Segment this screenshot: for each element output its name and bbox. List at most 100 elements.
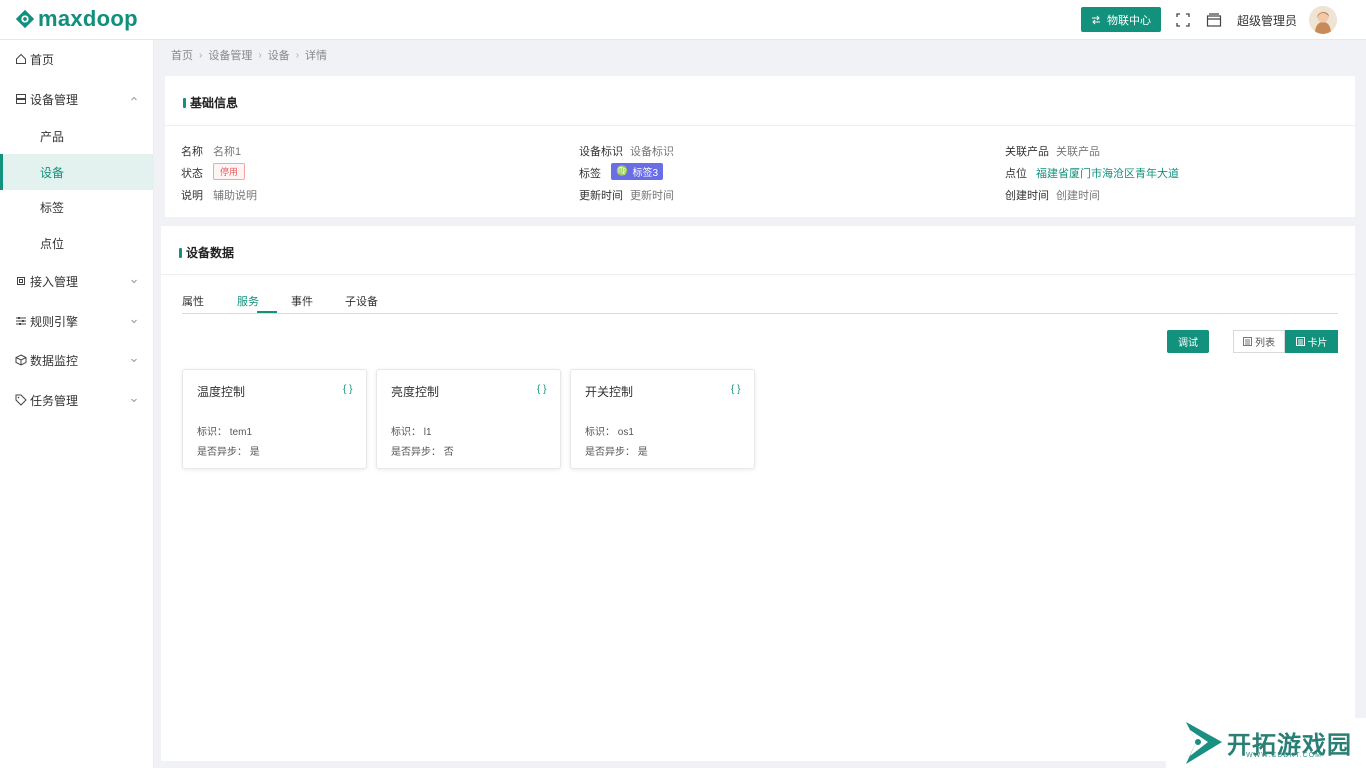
updated-label: 更新时间 bbox=[579, 190, 623, 202]
breadcrumb-item[interactable]: 首页 bbox=[171, 47, 193, 63]
status-label: 状态 bbox=[181, 168, 203, 180]
title-accent bbox=[179, 247, 182, 258]
device-data-panel: 设备数据 属性 服务 事件 子设备 调试 列表 卡片 温度控制 { } 标识： … bbox=[161, 226, 1355, 761]
panel-title: 设备数据 bbox=[179, 244, 234, 261]
swap-icon bbox=[1092, 15, 1100, 24]
sidebar-item-product[interactable]: 产品 bbox=[0, 118, 154, 154]
logo-text: maxdoop bbox=[38, 6, 138, 31]
service-async-value: 是 bbox=[249, 447, 260, 458]
service-id-label: 标识： bbox=[197, 427, 227, 438]
card-view-label: 卡片 bbox=[1307, 338, 1328, 349]
logo[interactable]: maxdoop bbox=[14, 6, 138, 32]
basic-info-panel: 基础信息 名称 名称1 设备标识 设备标识 关联产品 关联产品 状态 停用 标签… bbox=[165, 76, 1355, 217]
chevron-up-icon bbox=[131, 96, 137, 101]
service-card-title: 开关控制 bbox=[585, 385, 634, 399]
debug-button[interactable]: 调试 bbox=[1167, 330, 1209, 353]
watermark-url: WWW.CDDKT.COM bbox=[1246, 752, 1322, 759]
divider bbox=[161, 274, 1355, 275]
sliders-icon bbox=[16, 317, 26, 325]
sidebar-item-label: 规则引擎 bbox=[30, 314, 79, 329]
device-data-title: 设备数据 bbox=[186, 246, 235, 260]
service-card[interactable]: 开关控制 { } 标识： os1 是否异步： 是 bbox=[570, 369, 755, 469]
logo-icon bbox=[15, 9, 35, 29]
basic-info-title: 基础信息 bbox=[190, 96, 239, 110]
sidebar-item-label: 数据监控 bbox=[30, 353, 79, 368]
service-async-row: 是否异步： 是 bbox=[197, 443, 260, 458]
name-label: 名称 bbox=[181, 146, 203, 158]
sidebar-item-point[interactable]: 点位 bbox=[0, 225, 154, 261]
cube-icon bbox=[15, 354, 27, 366]
updated-value: 更新时间 bbox=[630, 190, 674, 202]
service-async-label: 是否异步： bbox=[391, 447, 441, 458]
service-id-label: 标识： bbox=[391, 427, 421, 438]
code-braces-icon[interactable]: { } bbox=[537, 384, 546, 395]
tab-events[interactable]: 事件 bbox=[291, 293, 313, 309]
active-tab-indicator bbox=[257, 311, 277, 313]
service-card[interactable]: 温度控制 { } 标识： tem1 是否异步： 是 bbox=[182, 369, 367, 469]
point-link[interactable]: 福建省厦门市海沧区青年大道 bbox=[1036, 165, 1179, 181]
chevron-down-icon bbox=[131, 319, 137, 324]
service-id-value: l1 bbox=[423, 427, 432, 438]
sidebar-item-label: 产品 bbox=[40, 129, 65, 144]
tag-icon bbox=[15, 394, 27, 406]
device-id-label: 设备标识 bbox=[579, 146, 623, 158]
desc-label: 说明 bbox=[181, 190, 203, 202]
admin-name[interactable]: 超级管理员 bbox=[1237, 12, 1297, 29]
list-view-label: 列表 bbox=[1255, 338, 1275, 349]
point-label: 点位 bbox=[1005, 168, 1027, 180]
fullscreen-icon[interactable] bbox=[1175, 12, 1191, 28]
tag-label: 标签 bbox=[579, 168, 601, 180]
tag-chip-text: 标签3 bbox=[632, 168, 659, 179]
service-id-row: 标识： tem1 bbox=[197, 423, 252, 438]
product-value: 关联产品 bbox=[1056, 146, 1100, 158]
service-async-label: 是否异步： bbox=[197, 447, 247, 458]
watermark-logo-icon bbox=[1186, 722, 1222, 764]
breadcrumb-item[interactable]: 设备管理 bbox=[208, 47, 252, 63]
sidebar-item-device[interactable]: 设备 bbox=[0, 154, 154, 190]
sidebar-item-label: 点位 bbox=[40, 236, 65, 251]
sidebar-item-access-management[interactable]: 接入管理 bbox=[0, 263, 154, 299]
desc-value: 辅助说明 bbox=[213, 190, 257, 202]
service-card-title: 亮度控制 bbox=[391, 385, 440, 399]
chevron-down-icon bbox=[131, 279, 137, 284]
list-view-button[interactable]: 列表 bbox=[1233, 330, 1285, 353]
zodiac-icon: ♍ bbox=[616, 166, 629, 177]
watermark: 开拓游戏园 WWW.CDDKT.COM bbox=[1166, 718, 1366, 768]
sidebar-item-label: 任务管理 bbox=[30, 393, 79, 408]
sidebar-item-data-monitor[interactable]: 数据监控 bbox=[0, 342, 154, 378]
sidebar-item-tag[interactable]: 标签 bbox=[0, 189, 154, 225]
sidebar: 首页 设备管理 产品 设备 标签 点位 接入管理 规则引擎 数据监控 任务管理 bbox=[0, 40, 154, 768]
top-bar: maxdoop 物联中心 超级管理员 bbox=[0, 0, 1366, 40]
wallet-icon[interactable] bbox=[1206, 12, 1222, 28]
sidebar-item-label: 首页 bbox=[30, 52, 55, 67]
panel-title: 基础信息 bbox=[183, 94, 238, 111]
sidebar-item-task-management[interactable]: 任务管理 bbox=[0, 382, 154, 418]
breadcrumb-item[interactable]: 设备 bbox=[268, 47, 290, 63]
chevron-down-icon bbox=[131, 358, 137, 363]
iot-center-label: 物联中心 bbox=[1107, 14, 1151, 27]
chip-icon bbox=[17, 277, 25, 285]
home-icon bbox=[16, 53, 26, 64]
tag-chip: ♍ 标签3 bbox=[611, 163, 664, 180]
code-braces-icon[interactable]: { } bbox=[343, 384, 352, 395]
iot-center-button[interactable]: 物联中心 bbox=[1081, 7, 1161, 32]
tab-properties[interactable]: 属性 bbox=[182, 293, 204, 309]
sidebar-item-device-management[interactable]: 设备管理 bbox=[0, 81, 154, 117]
created-value: 创建时间 bbox=[1056, 190, 1100, 202]
code-braces-icon[interactable]: { } bbox=[731, 384, 740, 395]
service-id-label: 标识： bbox=[585, 427, 615, 438]
service-async-value: 是 bbox=[637, 447, 648, 458]
service-async-label: 是否异步： bbox=[585, 447, 635, 458]
tab-sub-devices[interactable]: 子设备 bbox=[345, 293, 378, 309]
sidebar-item-home[interactable]: 首页 bbox=[0, 41, 154, 77]
service-id-value: tem1 bbox=[229, 427, 253, 438]
sidebar-item-rule-engine[interactable]: 规则引擎 bbox=[0, 303, 154, 339]
tab-services[interactable]: 服务 bbox=[237, 293, 259, 309]
service-async-row: 是否异步： 否 bbox=[391, 443, 454, 458]
avatar[interactable] bbox=[1309, 6, 1337, 34]
card-view-button[interactable]: 卡片 bbox=[1285, 330, 1338, 353]
service-id-value: os1 bbox=[617, 427, 634, 438]
service-card[interactable]: 亮度控制 { } 标识： l1 是否异步： 否 bbox=[376, 369, 561, 469]
chevron-down-icon bbox=[131, 398, 137, 403]
divider bbox=[165, 125, 1355, 126]
